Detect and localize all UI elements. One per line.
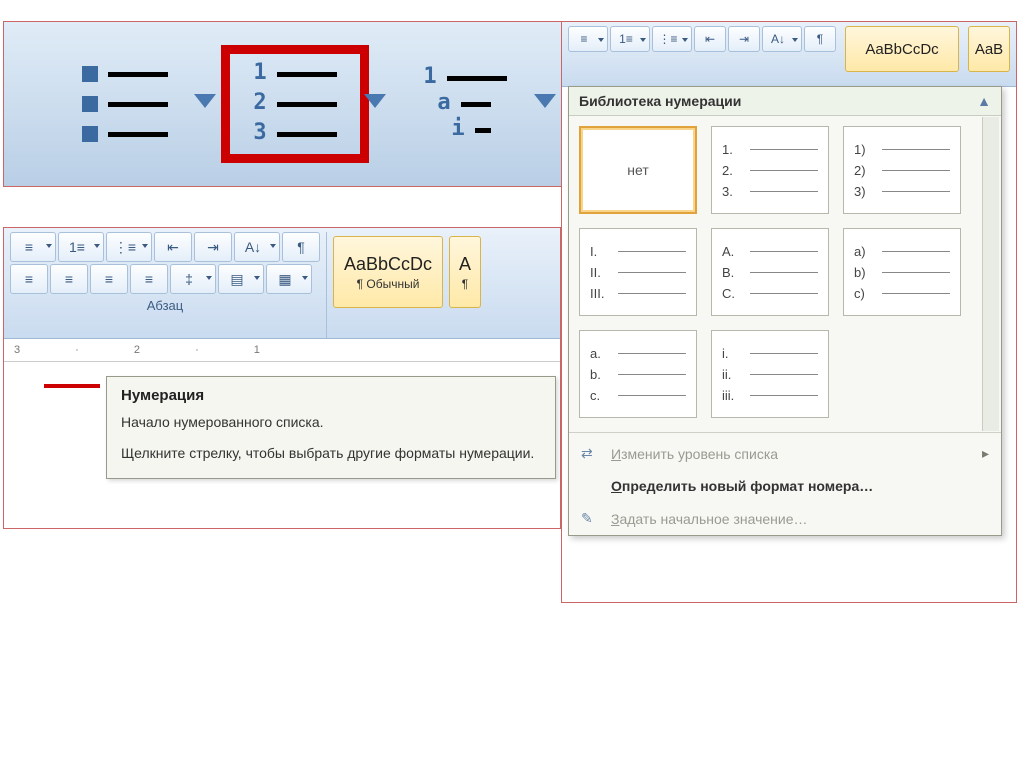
numbering-thumb[interactable]: a)b)c) [843, 228, 961, 316]
chevron-down-icon [534, 94, 556, 108]
numbering-thumb[interactable]: 1)2)3) [843, 126, 961, 214]
numbering-library-panel: ≡ 1≡ ⋮≡ ⇤ ⇥ A↓ ¶ AaBbCcDc AaB Библиотека… [562, 22, 1016, 602]
dropdown-header: Библиотека нумерации ▲ [569, 87, 1001, 116]
multilevel-button[interactable]: ⋮≡ [106, 232, 152, 262]
numbering-none-thumb[interactable]: нет [579, 126, 697, 214]
align-right-button[interactable]: ≡ [90, 264, 128, 294]
sort-button[interactable]: A↓ [234, 232, 280, 262]
group-label: Абзац [10, 298, 320, 313]
style-sample: AaBbCcDc [344, 254, 432, 275]
chevron-right-icon: ▸ [982, 445, 989, 462]
tooltip-line: Щелкните стрелку, чтобы выбрать другие ф… [121, 443, 541, 464]
bullets-button[interactable]: ≡ [568, 26, 608, 52]
line-spacing-button[interactable]: ‡ [170, 264, 216, 294]
style-normal[interactable]: AaBbCcDc ¶ Обычный [333, 236, 443, 308]
increase-indent-button[interactable]: ⇥ [728, 26, 760, 52]
numbering-thumb[interactable]: I.II.III. [579, 228, 697, 316]
mini-ribbon: ≡ 1≡ ⋮≡ ⇤ ⇥ A↓ ¶ AaBbCcDc AaB [562, 22, 1016, 87]
chevron-down-icon [194, 94, 216, 108]
scroll-up-icon[interactable]: ▲ [977, 93, 991, 109]
numbering-button[interactable]: 1≡ [58, 232, 104, 262]
multilevel-button[interactable]: ⋮≡ [652, 26, 692, 52]
decrease-indent-button[interactable]: ⇤ [154, 232, 192, 262]
borders-button[interactable]: ▦ [266, 264, 312, 294]
numbering-button[interactable]: 1≡ [610, 26, 650, 52]
dropdown-title: Библиотека нумерации [579, 93, 741, 109]
numbering-thumb[interactable]: i.ii.iii. [711, 330, 829, 418]
numbering-thumb[interactable]: a.b.c. [579, 330, 697, 418]
numbering-library-dropdown: Библиотека нумерации ▲ нет1.2.3.1)2)3) I.… [568, 86, 1002, 536]
set-numbering-value: ✎ Задать начальное значение… [569, 502, 1001, 535]
numbering-thumb[interactable]: 1.2.3. [711, 126, 829, 214]
tooltip-title: Нумерация [121, 387, 541, 404]
word-ribbon-fragment: ≡ 1≡ ⋮≡ ⇤ ⇥ A↓ ¶ ≡ ≡ ≡ ≡ ‡ ▤ ▦ Абзац AaB… [4, 228, 560, 528]
style-next[interactable]: AaB [968, 26, 1010, 72]
pilcrow-button[interactable]: ¶ [804, 26, 836, 52]
style-next[interactable]: A ¶ [449, 236, 481, 308]
change-list-level: ⇄ Изменить уровень списка ▸ [569, 437, 1001, 470]
pilcrow-button[interactable]: ¶ [282, 232, 320, 262]
highlight-underline [44, 384, 100, 388]
tooltip-line: Начало нумерованного списка. [121, 412, 541, 433]
dropdown-scrollbar[interactable] [982, 117, 999, 431]
style-normal[interactable]: AaBbCcDc [845, 26, 959, 72]
numbering-thumb[interactable]: A.B.C. [711, 228, 829, 316]
bullets-button-zoomed[interactable] [60, 54, 190, 154]
chevron-down-icon [364, 94, 386, 108]
style-name: ¶ Обычный [357, 277, 420, 291]
define-new-number-format[interactable]: Определить новый формат номера… [569, 470, 1001, 502]
sort-button[interactable]: A↓ [762, 26, 802, 52]
styles-group: AaBbCcDc ¶ Обычный A ¶ [333, 232, 481, 338]
pencil-icon: ✎ [581, 510, 601, 527]
increase-indent-button[interactable]: ⇥ [194, 232, 232, 262]
multilevel-button-zoomed[interactable]: 1 a i [400, 54, 530, 154]
ruler: 3 · 2 · 1 [4, 339, 560, 362]
numbering-tooltip: Нумерация Начало нумерованного списка. Щ… [106, 376, 556, 479]
align-left-button[interactable]: ≡ [10, 264, 48, 294]
indent-icon: ⇄ [581, 445, 601, 462]
zoomed-ribbon-section: 1 2 3 1 a i [4, 22, 618, 186]
bullets-button[interactable]: ≡ [10, 232, 56, 262]
align-center-button[interactable]: ≡ [50, 264, 88, 294]
decrease-indent-button[interactable]: ⇤ [694, 26, 726, 52]
paragraph-group: ≡ 1≡ ⋮≡ ⇤ ⇥ A↓ ¶ ≡ ≡ ≡ ≡ ‡ ▤ ▦ Абзац [10, 232, 327, 338]
justify-button[interactable]: ≡ [130, 264, 168, 294]
shading-button[interactable]: ▤ [218, 264, 264, 294]
numbering-button-zoomed[interactable]: 1 2 3 [230, 54, 360, 154]
